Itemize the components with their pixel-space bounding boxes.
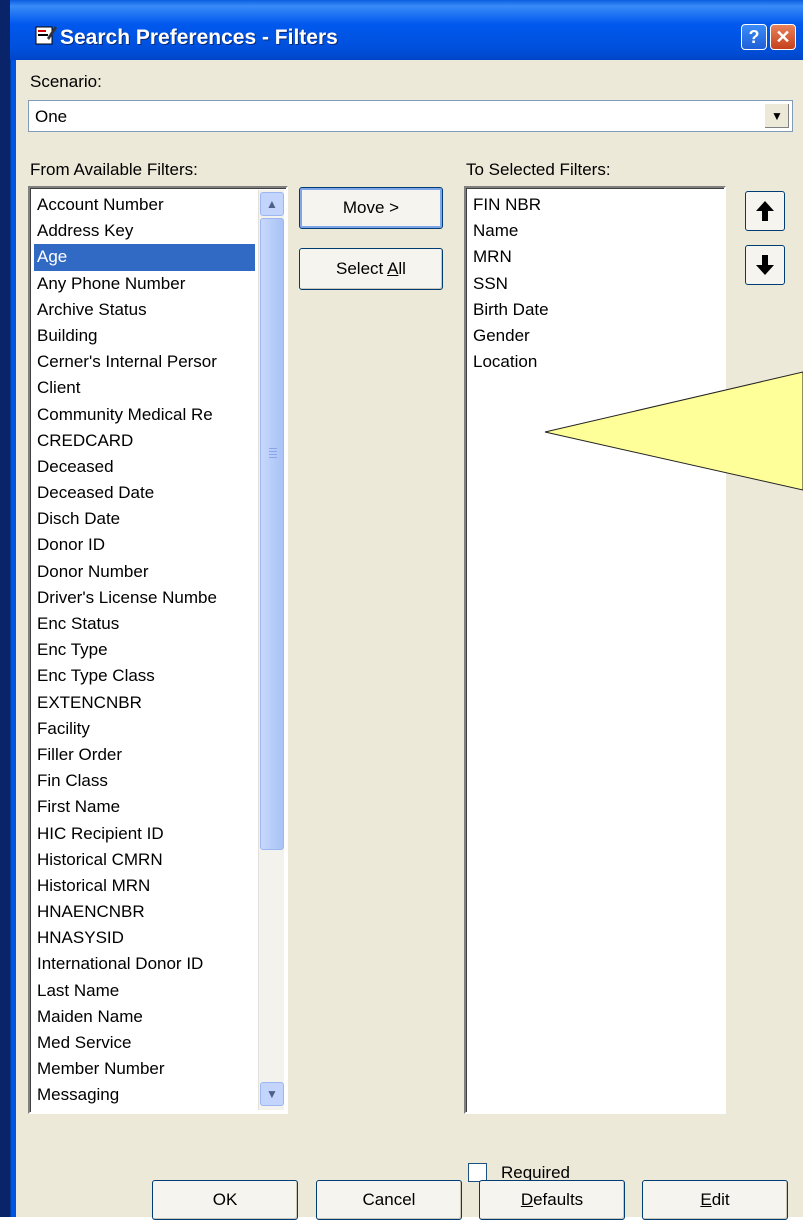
callout-annotation [544, 371, 803, 491]
callout-shape [544, 371, 803, 491]
